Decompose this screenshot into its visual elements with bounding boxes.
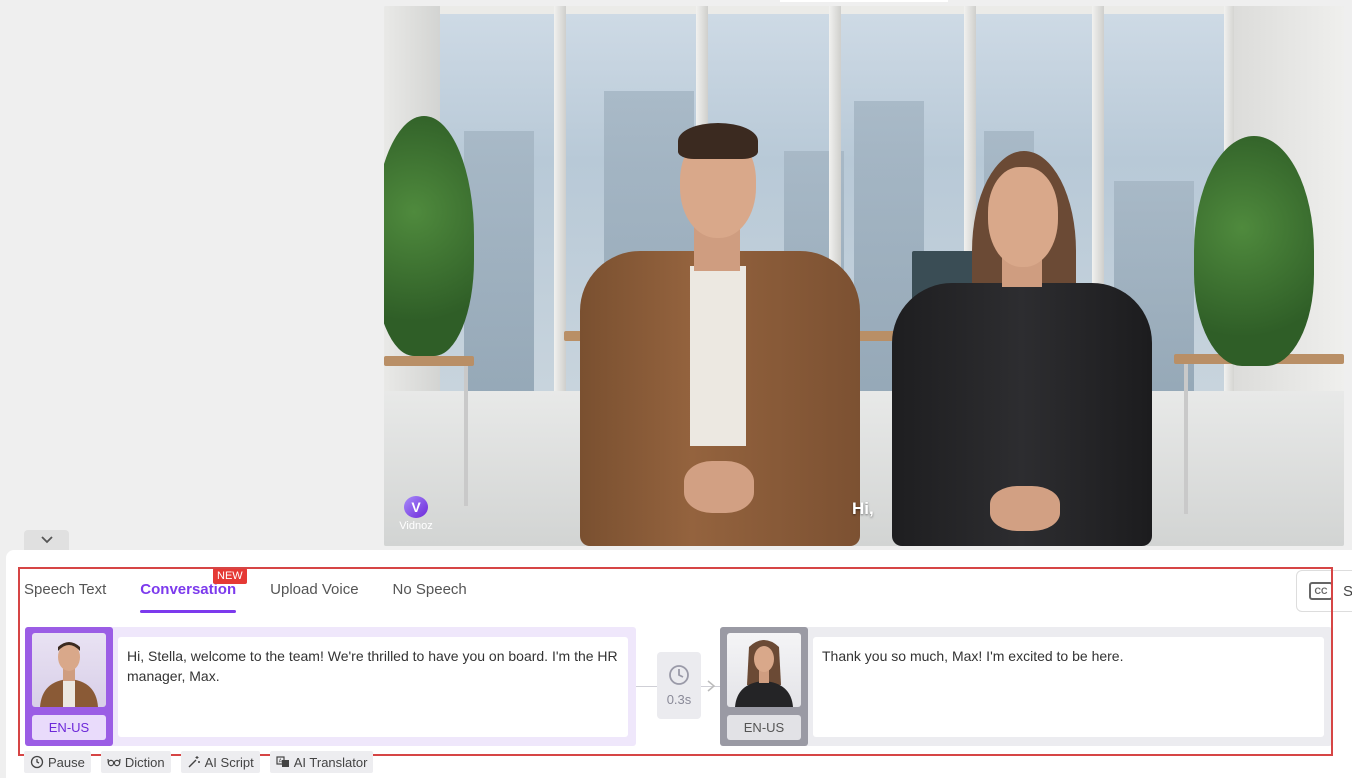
speech-mode-tabs: Speech Text Conversation Upload Voice No… (24, 579, 501, 613)
vidnoz-logo-icon: V (404, 496, 428, 518)
avatar-man (580, 121, 860, 546)
arrow-right-icon (704, 679, 718, 696)
speech-text-input[interactable]: Hi, Stella, welcome to the team! We're t… (118, 637, 628, 737)
collapse-panel-button[interactable] (24, 530, 69, 550)
script-toolbar: Pause Diction AI Script A AI Translator (24, 751, 374, 773)
video-preview[interactable]: V Vidnoz Hi, (384, 6, 1344, 546)
new-badge: NEW (213, 568, 247, 584)
tab-upload-voice[interactable]: Upload Voice (270, 579, 358, 613)
conversation-line: EN-US Thank you so much, Max! I'm excite… (720, 627, 1332, 746)
chevron-down-icon (40, 536, 53, 544)
conversation-line: EN-US Hi, Stella, welcome to the team! W… (25, 627, 636, 746)
preview-plant (1194, 136, 1314, 366)
preview-ceiling (384, 6, 1344, 14)
tab-speech-text[interactable]: Speech Text (24, 579, 106, 613)
speaker-card[interactable]: EN-US (25, 627, 113, 746)
svg-text:A: A (278, 759, 282, 765)
subtitle-toggle[interactable]: CC S (1296, 570, 1352, 612)
preview-subtitle: Hi, (852, 499, 874, 518)
translate-icon: A (276, 756, 289, 767)
ai-script-button[interactable]: AI Script (180, 751, 260, 773)
clock-icon (30, 755, 44, 769)
tab-conversation[interactable]: Conversation (140, 579, 236, 613)
preview-desk-leg (1184, 364, 1188, 514)
speech-text-input[interactable]: Thank you so much, Max! I'm excited to b… (813, 637, 1324, 737)
glasses-icon (107, 758, 121, 767)
cc-icon: CC (1309, 582, 1333, 600)
magic-wand-icon (188, 756, 200, 768)
pause-button-label: Pause (48, 754, 85, 770)
speaker-card[interactable]: EN-US (720, 627, 808, 746)
clock-icon (669, 665, 689, 685)
language-selector[interactable]: EN-US (32, 715, 106, 740)
vidnoz-watermark: V Vidnoz (396, 496, 436, 532)
preview-desk-leg (464, 366, 468, 506)
ai-translator-button-label: AI Translator (293, 754, 368, 770)
preview-floor (384, 391, 1344, 546)
avatar-woman (892, 151, 1152, 546)
pause-duration-label: 0.3s (666, 692, 692, 707)
ai-translator-button[interactable]: A AI Translator (269, 751, 374, 773)
subtitle-toggle-label: S (1343, 582, 1352, 600)
tab-no-speech[interactable]: No Speech (393, 579, 467, 613)
pause-button[interactable]: Pause (24, 751, 91, 773)
diction-button[interactable]: Diction (100, 751, 171, 773)
male-avatar (32, 633, 106, 707)
preview-building (464, 131, 534, 391)
language-selector[interactable]: EN-US (727, 715, 801, 740)
top-tab-edge (780, 0, 948, 2)
preview-desk (384, 356, 474, 366)
female-avatar (727, 633, 801, 707)
pause-duration-chip[interactable]: 0.3s (657, 652, 701, 719)
watermark-text: Vidnoz (399, 520, 433, 532)
ai-script-button-label: AI Script (204, 754, 254, 770)
diction-button-label: Diction (124, 754, 165, 770)
